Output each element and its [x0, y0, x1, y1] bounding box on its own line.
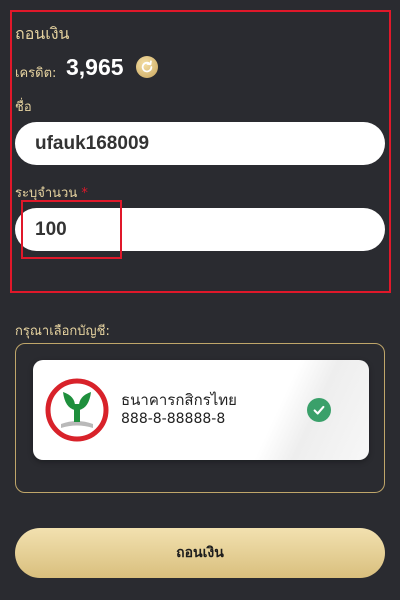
- refresh-credit-button[interactable]: [136, 56, 158, 78]
- highlight-annotation-amount: [21, 200, 122, 259]
- account-number: 888-8-88888-8: [121, 411, 226, 427]
- credit-label: เครดิต:: [15, 66, 57, 81]
- check-icon: [313, 405, 325, 415]
- required-mark: *: [81, 186, 88, 201]
- choose-account-label: กรุณาเลือกบัญชี:: [15, 324, 110, 339]
- selected-check: [307, 398, 331, 422]
- name-field[interactable]: ufauk168009: [15, 122, 385, 165]
- withdraw-button[interactable]: ถอนเงิน: [15, 528, 385, 578]
- amount-label-text: ระบุจำนวน: [15, 186, 78, 201]
- name-label: ชื่อ: [15, 100, 32, 115]
- kasikorn-logo-icon: [45, 378, 109, 442]
- bank-account-card[interactable]: ธนาคารกสิกรไทย 888-8-88888-8: [33, 360, 369, 460]
- credit-value: 3,965: [66, 54, 124, 80]
- bank-name: ธนาคารกสิกรไทย: [121, 391, 237, 409]
- refresh-icon: [141, 60, 153, 73]
- page-title: ถอนเงิน: [15, 24, 70, 43]
